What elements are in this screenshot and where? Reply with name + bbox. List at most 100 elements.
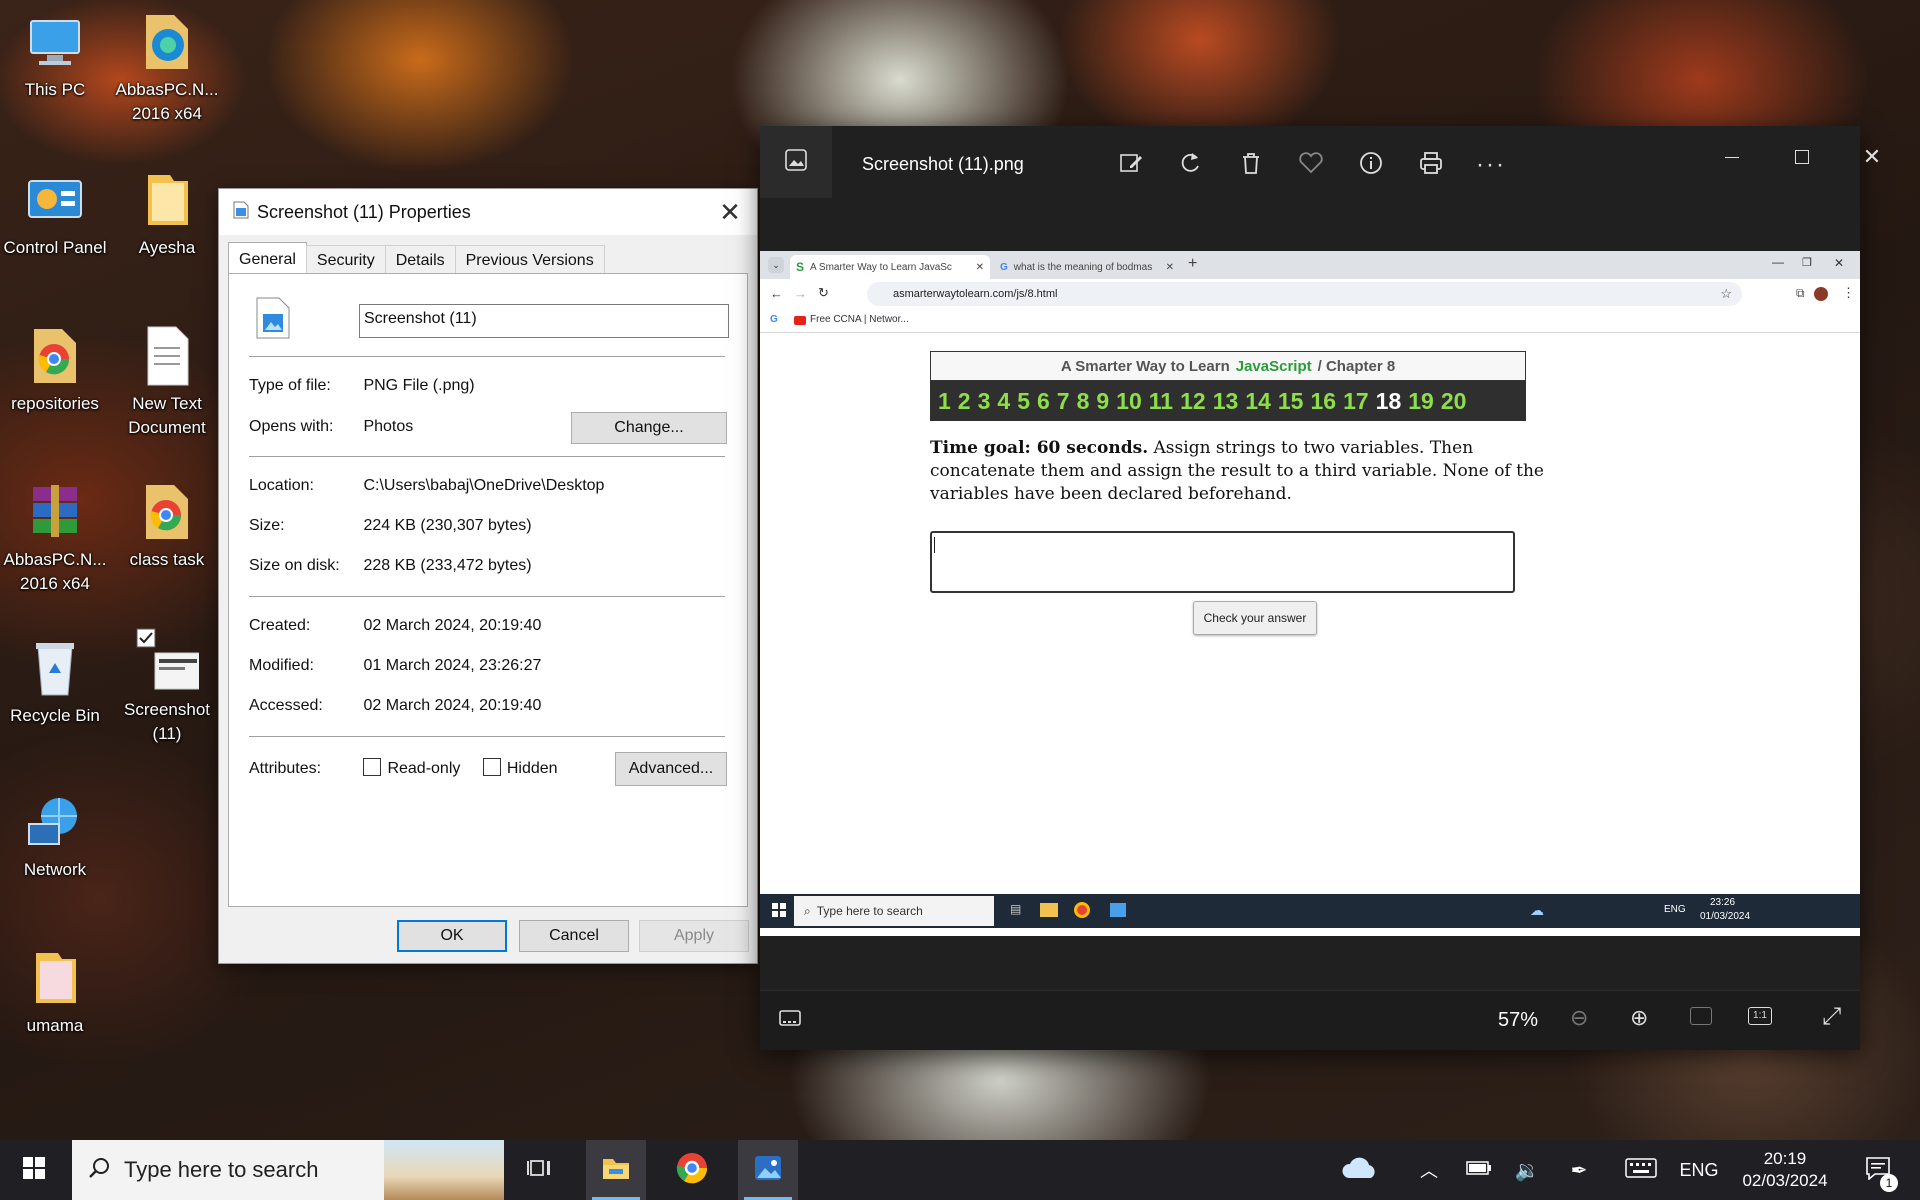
minimize-icon[interactable]: — [1772, 255, 1784, 269]
chapter-link[interactable]: 7 [1057, 388, 1070, 415]
desktop-icon-class-task[interactable]: class task [112, 480, 222, 572]
close-icon[interactable]: ✕ [1166, 262, 1174, 273]
tab-search-icon[interactable]: ⌄ [768, 257, 784, 273]
zoom-in-icon[interactable]: ⊕ [1630, 1005, 1648, 1031]
file-explorer-button[interactable] [586, 1140, 646, 1200]
extensions-icon[interactable]: ⧉ [1796, 286, 1805, 301]
minimize-button[interactable] [1708, 140, 1756, 174]
chapter-link[interactable]: 5 [1017, 388, 1030, 415]
advanced-button[interactable]: Advanced... [615, 752, 727, 786]
chapter-link[interactable]: 1 [938, 388, 951, 415]
tab-general[interactable]: General [228, 242, 307, 275]
apply-button[interactable]: Apply [639, 920, 749, 952]
google-icon[interactable]: G [770, 314, 778, 325]
chapter-link[interactable]: 11 [1149, 388, 1173, 415]
chapter-link[interactable]: 9 [1096, 388, 1109, 415]
chapter-link[interactable]: 14 [1245, 388, 1271, 415]
chapter-link-current[interactable]: 18 [1376, 388, 1402, 415]
fullscreen-icon[interactable]: ⤢ [1822, 1003, 1841, 1031]
restore-icon[interactable]: ❐ [1802, 256, 1812, 269]
header-js[interactable]: JavaScript [1236, 358, 1312, 375]
profile-avatar[interactable] [1814, 287, 1828, 301]
edit-image-button[interactable] [1112, 146, 1150, 184]
desktop-icon-ayesha[interactable]: Ayesha [112, 168, 222, 260]
new-tab-icon[interactable]: + [1188, 255, 1197, 273]
chrome-button[interactable] [662, 1140, 722, 1200]
chapter-link[interactable]: 15 [1278, 388, 1304, 415]
chapter-link[interactable]: 6 [1037, 388, 1050, 415]
show-hidden-icons-button[interactable]: ︿ [1410, 1140, 1448, 1200]
more-button[interactable]: ··· [1472, 146, 1510, 184]
language-indicator[interactable]: ENG [1672, 1140, 1726, 1200]
ok-button[interactable]: OK [397, 920, 507, 952]
checkbox-box[interactable] [363, 758, 382, 776]
reload-icon[interactable]: ↻ [818, 285, 829, 301]
close-icon[interactable]: ✕ [976, 262, 984, 273]
desktop-icon-abbaspc[interactable]: AbbasPC.N... 2016 x64 [112, 10, 222, 126]
chapter-link[interactable]: 3 [978, 388, 991, 415]
browser-tab-active[interactable]: S A Smarter Way to Learn JavaSc ✕ [790, 255, 990, 279]
tab-details[interactable]: Details [384, 245, 456, 275]
onedrive-button[interactable] [1336, 1140, 1384, 1200]
bookmark-item[interactable]: Free CCNA | Networ... [810, 314, 909, 325]
chapter-link[interactable]: 12 [1180, 388, 1206, 415]
tab-previous-versions[interactable]: Previous Versions [454, 245, 605, 275]
menu-icon[interactable]: ⋮ [1842, 285, 1855, 301]
close-button[interactable]: ✕ [1848, 140, 1896, 174]
close-button[interactable]: ✕ [713, 197, 747, 227]
chapter-link[interactable]: 17 [1343, 388, 1369, 415]
fit-to-window-icon[interactable] [1690, 1007, 1712, 1025]
close-icon[interactable]: ✕ [1834, 256, 1844, 270]
answer-textarea[interactable] [930, 531, 1515, 593]
checkbox-box[interactable] [482, 758, 501, 776]
browser-tab[interactable]: G what is the meaning of bodmas ✕ [994, 255, 1180, 279]
rotate-button[interactable] [1172, 146, 1210, 184]
chapter-link[interactable]: 19 [1408, 388, 1434, 415]
tab-security[interactable]: Security [305, 245, 386, 275]
address-bar[interactable]: asmarterwaytolearn.com/js/8.html ☆ [867, 282, 1742, 306]
notifications-button[interactable]: 1 [1850, 1140, 1906, 1200]
maximize-button[interactable] [1778, 140, 1826, 174]
pen-button[interactable]: ✒ [1560, 1140, 1598, 1200]
clock[interactable]: 20:19 02/03/2024 [1730, 1140, 1840, 1200]
filename-input[interactable]: Screenshot (11) [359, 304, 729, 338]
desktop-icon-screenshot[interactable]: Screenshot (11) [112, 628, 222, 746]
desktop-icon-network[interactable]: Network [0, 790, 110, 882]
volume-button[interactable]: 🔉 [1508, 1140, 1546, 1200]
star-icon[interactable]: ☆ [1720, 286, 1732, 302]
touch-keyboard-button[interactable] [1620, 1140, 1662, 1200]
desktop-icon-this-pc[interactable]: This PC [0, 10, 110, 102]
chapter-link[interactable]: 13 [1213, 388, 1239, 415]
zoom-out-icon[interactable]: ⊖ [1570, 1005, 1588, 1031]
readonly-checkbox[interactable]: Read-only [363, 758, 460, 777]
check-answer-button[interactable]: Check your answer [1193, 601, 1317, 635]
desktop-icon-control-panel[interactable]: Control Panel [0, 168, 110, 260]
start-button[interactable] [4, 1140, 64, 1200]
info-button[interactable] [1352, 146, 1390, 184]
delete-button[interactable] [1232, 146, 1270, 184]
change-button[interactable]: Change... [571, 412, 727, 444]
back-icon[interactable]: ← [770, 286, 783, 301]
desktop-icon-abbaspc-2[interactable]: AbbasPC.N... 2016 x64 [0, 480, 110, 596]
task-view-button[interactable] [510, 1140, 570, 1200]
taskbar-search-box[interactable]: Type here to search [72, 1140, 504, 1200]
print-button[interactable] [1412, 146, 1450, 184]
chapter-link[interactable]: 2 [958, 388, 971, 415]
desktop-icon-umama[interactable]: umama [0, 946, 110, 1038]
battery-button[interactable] [1460, 1140, 1498, 1200]
cancel-button[interactable]: Cancel [519, 920, 629, 952]
forward-icon[interactable]: → [794, 286, 807, 301]
photos-app-button[interactable] [760, 126, 832, 198]
favorite-button[interactable] [1292, 146, 1330, 184]
chapter-link[interactable]: 20 [1441, 388, 1467, 415]
actual-size-icon[interactable]: 1:1 [1748, 1007, 1772, 1025]
chapter-link[interactable]: 4 [997, 388, 1010, 415]
chapter-link[interactable]: 8 [1077, 388, 1090, 415]
hidden-checkbox[interactable]: Hidden [482, 758, 558, 777]
chapter-link[interactable]: 10 [1116, 388, 1142, 415]
photos-button[interactable] [738, 1140, 798, 1200]
desktop-icon-repositories[interactable]: repositories [0, 324, 110, 416]
desktop-icon-recycle-bin[interactable]: Recycle Bin [0, 636, 110, 728]
filmstrip-button[interactable] [770, 1003, 810, 1039]
chapter-link[interactable]: 16 [1310, 388, 1336, 415]
